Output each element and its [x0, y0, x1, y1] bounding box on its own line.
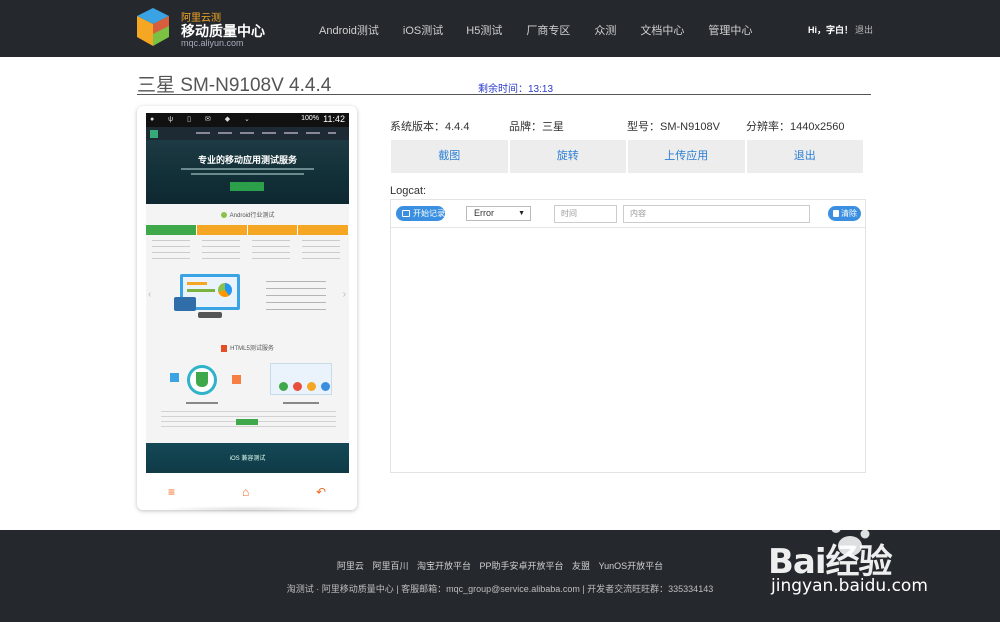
mobile-category-tabs — [146, 225, 349, 235]
phone-frame: ● ψ ▯ ✉ ◆ ⌄ 100% 11:42 专业的移动应用测试服务 Andro… — [137, 106, 357, 510]
phone-shadow — [160, 506, 335, 512]
info-system-version: 系统版本：4.4.4 — [390, 121, 470, 133]
android-section-title: Android行业测试 — [146, 210, 349, 219]
carousel-prev-icon: ‹ — [148, 289, 152, 300]
mini-logo-icon — [150, 130, 158, 138]
caption-line — [283, 402, 319, 404]
device-icon — [232, 375, 241, 384]
tablet-illustration — [174, 297, 196, 311]
rotate-button[interactable]: 旋转 — [510, 140, 628, 173]
feature-text-lines — [266, 281, 326, 315]
brand-url: mqc.aliyun.com — [181, 38, 244, 48]
home-icon[interactable]: ⌂ — [242, 485, 249, 499]
clear-log-button[interactable]: 清除 — [828, 206, 861, 221]
mini-nav-links — [196, 132, 336, 134]
info-brand: 品牌：三星 — [509, 121, 564, 133]
mobile-tab-4 — [298, 225, 349, 235]
nav-android-test[interactable]: Android测试 — [319, 22, 379, 38]
nav-h5-test[interactable]: H5测试 — [466, 22, 502, 38]
remaining-time: 剩余时间：13:13 — [478, 84, 554, 95]
exit-button[interactable]: 退出 — [747, 140, 864, 173]
caption-line — [186, 402, 218, 404]
mobile-green-button — [236, 419, 258, 425]
trash-icon — [833, 210, 839, 217]
browser-icon — [307, 382, 316, 391]
browser-icon — [293, 382, 302, 391]
footer-link-pp-assistant[interactable]: PP助手安卓开放平台 — [480, 561, 564, 571]
content-filter-input[interactable]: 内容 — [623, 205, 810, 223]
nav-crowd-test[interactable]: 众测 — [594, 22, 616, 38]
android-icon — [220, 212, 227, 219]
upload-app-button[interactable]: 上传应用 — [628, 140, 747, 173]
ios-section-title: iOS 兼容测试 — [229, 456, 266, 462]
cube-logo-icon[interactable] — [137, 8, 169, 46]
mobile-tab-1 — [146, 225, 197, 235]
dropdown-arrow-icon: ▼ — [518, 210, 525, 217]
carousel-next-icon: › — [342, 289, 346, 300]
ios-section-band: iOS 兼容测试 — [146, 443, 349, 473]
device-title: 三星 SM-N9108V 4.4.4 — [137, 75, 332, 96]
mobile-tab-2 — [196, 225, 248, 235]
record-icon — [402, 210, 410, 217]
monitor-bar — [187, 289, 215, 292]
status-time: 11:42 — [323, 114, 345, 124]
banner-subtext — [181, 168, 314, 170]
top-navbar: 阿里云测 移动质量中心 mqc.aliyun.com Android测试 iOS… — [0, 0, 1000, 57]
phone-controls: ≡ ⌂ ↶ — [137, 477, 357, 505]
mobile-tab-3 — [247, 225, 299, 235]
banner-title: 专业的移动应用测试服务 — [197, 155, 297, 165]
mobile-banner: 专业的移动应用测试服务 — [146, 140, 349, 204]
watermark-url: jingyan.baidu.com — [771, 576, 928, 596]
nav-vendor-zone[interactable]: 厂商专区 — [526, 22, 570, 38]
nav-management[interactable]: 管理中心 — [708, 22, 752, 38]
monitor-bar — [187, 282, 207, 285]
time-filter-input[interactable]: 时间 — [554, 205, 617, 223]
footer-link-aliyun[interactable]: 阿里云 — [337, 561, 364, 571]
status-icons: ● ψ ▯ ✉ ◆ ⌄ — [150, 116, 256, 123]
battery-percent: 100% — [301, 115, 319, 122]
browser-icon — [321, 382, 330, 391]
mobile-text-columns — [152, 240, 343, 264]
logcat-label: Logcat: — [390, 185, 427, 197]
back-icon[interactable]: ↶ — [316, 485, 326, 499]
menu-icon[interactable]: ≡ — [168, 485, 175, 499]
logcat-panel: 开始记录 Error ▼ 时间 内容 清除 — [390, 199, 866, 473]
banner-subtext-2 — [191, 173, 304, 175]
user-greeting[interactable]: Hi，字白！ — [808, 23, 853, 36]
title-divider — [137, 94, 871, 95]
start-record-button[interactable]: 开始记录 — [396, 206, 445, 221]
device-screen[interactable]: ● ψ ▯ ✉ ◆ ⌄ 100% 11:42 专业的移动应用测试服务 Andro… — [146, 113, 349, 473]
browser-icon — [279, 382, 288, 391]
phone-status-bar: ● ψ ▯ ✉ ◆ ⌄ 100% 11:42 — [146, 113, 349, 127]
logcat-toolbar-divider — [391, 227, 865, 228]
html5-shield-icon — [196, 372, 208, 387]
monitor-pie — [218, 283, 232, 297]
log-level-select[interactable]: Error ▼ — [466, 206, 531, 221]
info-model: 型号：SM-N9108V — [627, 121, 720, 133]
monitor-stand — [198, 312, 222, 318]
mobile-site-nav — [146, 127, 349, 140]
banner-cta-button — [230, 182, 264, 191]
footer-link-umeng[interactable]: 友盟 — [572, 561, 590, 571]
footer-link-baichuan[interactable]: 阿里百川 — [372, 561, 408, 571]
screenshot-button[interactable]: 截图 — [391, 140, 510, 173]
html5-icon — [221, 344, 228, 352]
device-icon — [170, 373, 179, 382]
browsers-illustration — [270, 363, 332, 395]
nav-ios-test[interactable]: iOS测试 — [403, 22, 443, 38]
footer-link-yunos[interactable]: YunOS开放平台 — [599, 561, 664, 571]
nav-docs[interactable]: 文档中心 — [640, 22, 684, 38]
device-action-bar: 截图 旋转 上传应用 退出 — [391, 140, 863, 173]
logout-link[interactable]: 退出 — [855, 23, 873, 36]
html5-section-title: HTML5测试服务 — [146, 343, 349, 352]
footer-link-taobao-open[interactable]: 淘宝开放平台 — [417, 561, 471, 571]
main-nav: Android测试 iOS测试 H5测试 厂商专区 众测 文档中心 管理中心 — [319, 22, 776, 38]
info-resolution: 分辨率：1440x2560 — [746, 121, 845, 133]
